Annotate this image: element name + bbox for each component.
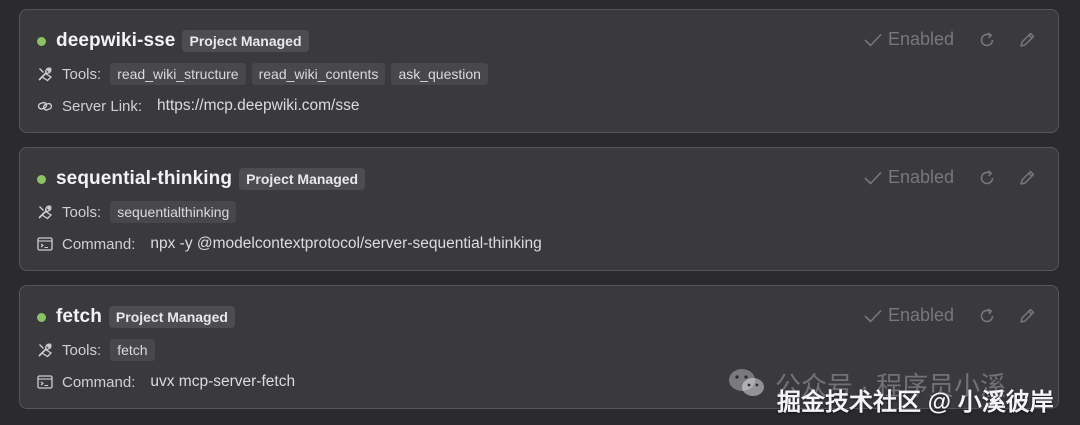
tools-label: Tools:	[62, 65, 102, 83]
enabled-label: Enabled	[887, 305, 954, 325]
server-title-row: sequential-thinking Project Managed	[37, 166, 366, 192]
pencil-icon	[1020, 308, 1035, 323]
status-dot	[37, 36, 46, 46]
refresh-icon	[980, 169, 994, 184]
terminal-icon	[37, 374, 53, 390]
tools-label: Tools:	[62, 203, 102, 221]
enabled-toggle[interactable]: Enabled	[864, 167, 954, 188]
server-actions: Enabled	[864, 305, 1036, 326]
command-label: Command:	[62, 373, 136, 391]
status-dot	[37, 174, 46, 184]
project-managed-badge: Project Managed	[108, 306, 235, 328]
tools-icon	[37, 342, 53, 358]
server-name: sequential-thinking	[56, 168, 233, 189]
checkmark-icon	[864, 171, 882, 185]
server-title-row: fetch Project Managed	[37, 304, 235, 330]
refresh-icon	[980, 307, 994, 322]
link-icon	[37, 98, 53, 114]
command-row: Command: npx -y @modelcontextprotocol/se…	[37, 233, 542, 255]
pencil-icon	[1020, 170, 1035, 185]
terminal-icon	[37, 236, 53, 252]
tools-label: Tools:	[62, 341, 102, 359]
server-actions: Enabled	[864, 29, 1036, 50]
tools-row: Tools: read_wiki_structure read_wiki_con…	[37, 62, 494, 86]
edit-button[interactable]	[1018, 307, 1036, 325]
project-managed-badge: Project Managed	[182, 30, 309, 52]
edit-button[interactable]	[1018, 31, 1036, 49]
server-link-url[interactable]: https://mcp.deepwiki.com/sse	[157, 97, 359, 115]
enabled-label: Enabled	[887, 29, 954, 49]
enabled-toggle[interactable]: Enabled	[864, 305, 954, 326]
mcp-server-card-fetch: fetch Project Managed Enabled Tools: fet…	[19, 285, 1059, 409]
checkmark-icon	[864, 33, 882, 47]
refresh-icon	[980, 31, 994, 46]
tools-row: Tools: sequentialthinking	[37, 200, 242, 224]
command-label: Command:	[62, 235, 136, 253]
edit-button[interactable]	[1018, 169, 1036, 187]
server-actions: Enabled	[864, 167, 1036, 188]
mcp-server-card-sequential-thinking: sequential-thinking Project Managed Enab…	[19, 147, 1059, 271]
command-value: npx -y @modelcontextprotocol/server-sequ…	[150, 235, 542, 252]
server-name: fetch	[56, 306, 102, 327]
tool-chip: ask_question	[391, 63, 488, 85]
mcp-server-card-deepwiki-sse: deepwiki-sse Project Managed Enabled Too…	[19, 9, 1059, 133]
refresh-button[interactable]	[978, 169, 996, 187]
command-row: Command: uvx mcp-server-fetch	[37, 371, 295, 393]
checkmark-icon	[864, 309, 882, 323]
refresh-button[interactable]	[978, 31, 996, 49]
tools-icon	[37, 66, 53, 82]
enabled-label: Enabled	[887, 167, 954, 187]
tools-row: Tools: fetch	[37, 338, 161, 362]
tool-chip: read_wiki_contents	[251, 63, 386, 85]
command-value: uvx mcp-server-fetch	[150, 373, 296, 390]
server-title-row: deepwiki-sse Project Managed	[37, 28, 309, 54]
enabled-toggle[interactable]: Enabled	[864, 29, 954, 50]
pencil-icon	[1020, 32, 1035, 47]
project-managed-badge: Project Managed	[239, 168, 366, 190]
tool-chip: fetch	[110, 339, 155, 361]
tools-icon	[37, 204, 53, 220]
status-dot	[37, 312, 46, 322]
refresh-button[interactable]	[978, 307, 996, 325]
tool-chip: read_wiki_structure	[110, 63, 246, 85]
tool-chip: sequentialthinking	[110, 201, 237, 223]
server-name: deepwiki-sse	[56, 30, 176, 51]
server-link-label: Server Link:	[62, 97, 143, 115]
server-link-row: Server Link: https://mcp.deepwiki.com/ss…	[37, 95, 360, 117]
